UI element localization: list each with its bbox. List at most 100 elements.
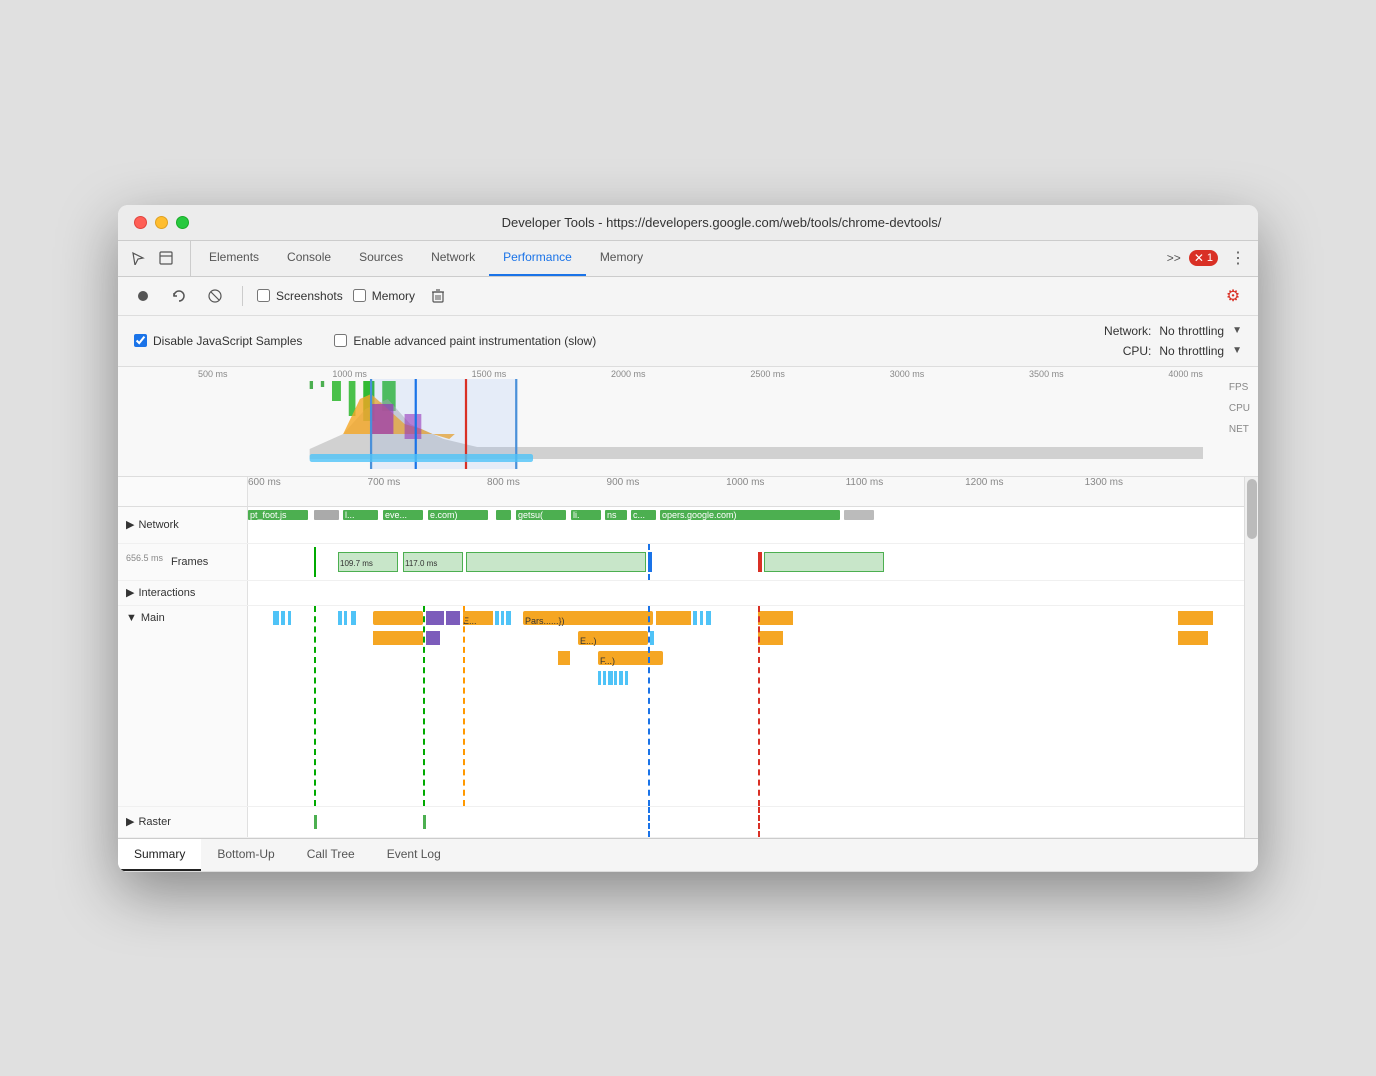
network-item-c[interactable]: c... <box>631 510 656 520</box>
bar-yellow-2[interactable] <box>656 611 691 625</box>
network-item-eve[interactable]: eve... <box>383 510 423 520</box>
advanced-paint-label[interactable]: Enable advanced paint instrumentation (s… <box>334 334 596 348</box>
close-button[interactable] <box>134 216 147 229</box>
interactions-track: ▶ Interactions <box>118 581 1244 606</box>
bar-f3[interactable]: F...) <box>598 651 663 665</box>
minimize-button[interactable] <box>155 216 168 229</box>
red-frame-marker <box>758 552 762 572</box>
memory-checkbox[interactable] <box>353 289 366 302</box>
devtools-window: Developer Tools - https://developers.goo… <box>118 205 1258 872</box>
network-item-end <box>844 510 874 520</box>
bar-s9 <box>506 611 511 625</box>
bar-e-label[interactable]: E... <box>463 611 493 625</box>
tab-event-log[interactable]: Event Log <box>371 839 457 871</box>
tab-network[interactable]: Network <box>417 241 489 276</box>
bar-r4-6 <box>625 671 628 685</box>
bar-yellow-3[interactable] <box>758 611 793 625</box>
bar-yellow-1[interactable] <box>373 611 423 625</box>
memory-checkbox-label[interactable]: Memory <box>353 289 415 303</box>
performance-panel: 500 ms 1000 ms 1500 ms 2000 ms 2500 ms 3… <box>118 367 1258 872</box>
time-ruler: 600 ms 700 ms 800 ms 900 ms 1000 ms 1100… <box>118 477 1244 507</box>
network-track-content: pt_foot.js l... eve... e.com) getsu( li.… <box>248 507 1244 543</box>
settings-button[interactable]: ⚙ <box>1220 283 1246 309</box>
tab-sources[interactable]: Sources <box>345 241 417 276</box>
error-badge[interactable]: ✕ 1 <box>1189 250 1218 266</box>
network-item-getsu[interactable]: getsu( <box>516 510 566 520</box>
tracks-scroll[interactable]: 600 ms 700 ms 800 ms 900 ms 1000 ms 1100… <box>118 477 1244 838</box>
bar-r2-2 <box>426 631 440 645</box>
clear-button[interactable] <box>202 283 228 309</box>
bar-s8 <box>501 611 504 625</box>
bar-r3-1 <box>558 651 570 665</box>
network-item-ns[interactable]: ns <box>605 510 627 520</box>
tab-elements[interactable]: Elements <box>195 241 273 276</box>
bar-s1 <box>273 611 279 625</box>
network-item-a <box>496 510 511 520</box>
raster-mark-1 <box>314 815 317 829</box>
tab-memory[interactable]: Memory <box>586 241 657 276</box>
frame-block-1[interactable]: 109.7 ms <box>338 552 398 572</box>
frame-block-2[interactable]: 117.0 ms <box>403 552 463 572</box>
advanced-paint-checkbox[interactable] <box>334 334 347 347</box>
overview-time-labels: 500 ms 1000 ms 1500 ms 2000 ms 2500 ms 3… <box>198 369 1203 379</box>
raster-blue-dashed <box>648 807 650 837</box>
bar-purple-1[interactable] <box>426 611 444 625</box>
cpu-throttle-dropdown[interactable]: ▼ <box>1232 345 1242 356</box>
disable-js-samples-checkbox[interactable] <box>134 334 147 347</box>
network-item-ecom[interactable]: e.com) <box>428 510 488 520</box>
network-item-l[interactable]: l... <box>343 510 378 520</box>
bar-e2[interactable]: E...) <box>578 631 648 645</box>
bottom-tabs: Summary Bottom-Up Call Tree Event Log <box>118 838 1258 872</box>
bar-r2-1 <box>373 631 423 645</box>
maximize-button[interactable] <box>176 216 189 229</box>
main-track: ▼ Main <box>118 606 1244 807</box>
frame-block-3[interactable] <box>466 552 646 572</box>
raster-mark-2 <box>423 815 426 829</box>
tab-console[interactable]: Console <box>273 241 345 276</box>
throttle-settings: Network: No throttling ▼ CPU: No throttl… <box>1091 324 1242 358</box>
main-track-label[interactable]: ▼ Main <box>118 606 248 806</box>
window-title: Developer Tools - https://developers.goo… <box>201 215 1242 230</box>
tab-call-tree[interactable]: Call Tree <box>291 839 371 871</box>
parse-bar[interactable]: Pars......}) <box>523 611 653 625</box>
record-button[interactable] <box>130 283 156 309</box>
screenshots-checkbox-label[interactable]: Screenshots <box>257 289 343 303</box>
more-menu-button[interactable]: ⋮ <box>1226 248 1250 268</box>
cursor-icon[interactable] <box>126 246 150 270</box>
vertical-scrollbar[interactable] <box>1244 477 1258 838</box>
dock-icon[interactable] <box>154 246 178 270</box>
interactions-track-label[interactable]: ▶ Interactions <box>118 581 248 605</box>
frames-track-label: 656.5 ms Frames <box>118 544 248 580</box>
trash-button[interactable] <box>425 283 451 309</box>
frame-block-4[interactable] <box>764 552 884 572</box>
network-item-opers[interactable]: opers.google.com) <box>660 510 840 520</box>
blue-frame-marker <box>648 552 652 572</box>
network-track-label[interactable]: ▶ Network <box>118 507 248 543</box>
tab-bottom-up[interactable]: Bottom-Up <box>201 839 290 871</box>
raster-red-dashed <box>758 807 760 837</box>
network-item-ptfoot[interactable]: pt_foot.js <box>248 510 308 520</box>
bar-s7 <box>495 611 499 625</box>
network-item-li[interactable]: li. <box>571 510 601 520</box>
screenshots-checkbox[interactable] <box>257 289 270 302</box>
disable-js-samples-label[interactable]: Disable JavaScript Samples <box>134 334 302 348</box>
scroll-thumb[interactable] <box>1247 479 1257 539</box>
tab-summary[interactable]: Summary <box>118 839 201 871</box>
bar-s11 <box>700 611 703 625</box>
raster-track: ▶ Raster <box>118 807 1244 838</box>
reload-button[interactable] <box>166 283 192 309</box>
bar-purple-2[interactable] <box>446 611 460 625</box>
bar-s12 <box>706 611 711 625</box>
more-tabs[interactable]: >> <box>1167 251 1181 265</box>
raster-track-label[interactable]: ▶ Raster <box>118 807 248 837</box>
orange-dashed-1 <box>463 606 465 806</box>
traffic-lights <box>134 216 189 229</box>
bar-yellow-far[interactable] <box>1178 611 1213 625</box>
main-track-content[interactable]: E... Pars......}) <box>248 606 1244 806</box>
network-throttle-dropdown[interactable]: ▼ <box>1232 325 1242 336</box>
network-throttle-row: Network: No throttling ▼ <box>1091 324 1242 338</box>
overview-timeline[interactable]: 500 ms 1000 ms 1500 ms 2000 ms 2500 ms 3… <box>118 367 1258 477</box>
tab-performance[interactable]: Performance <box>489 241 586 276</box>
bar-s4 <box>338 611 342 625</box>
bar-far-r2 <box>1178 631 1208 645</box>
